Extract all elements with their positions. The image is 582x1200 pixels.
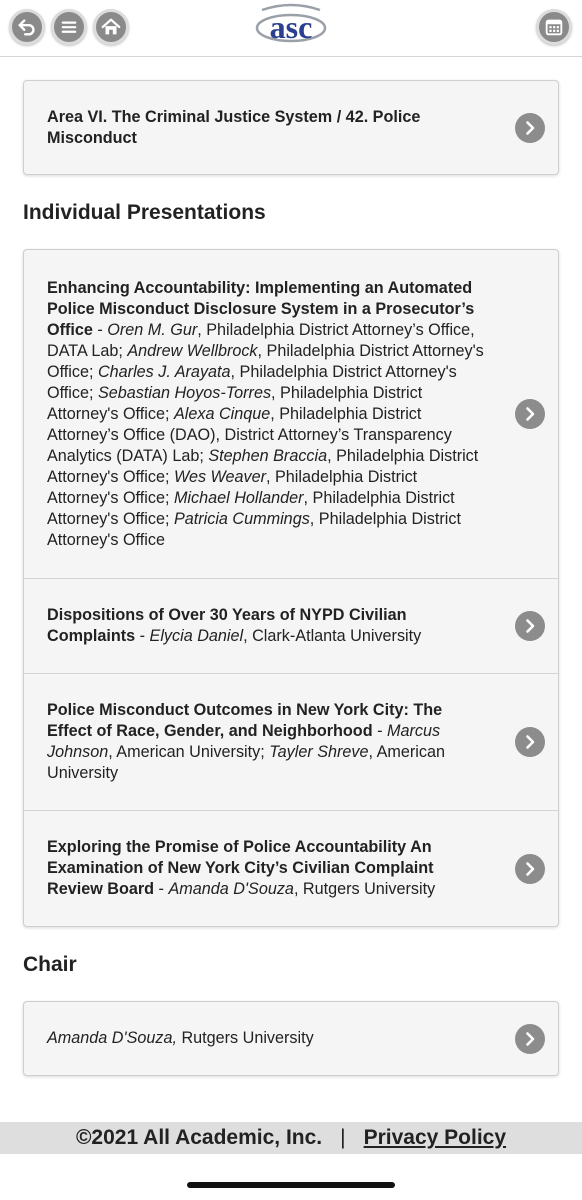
author-name: Sebastian Hoyos-Torres bbox=[97, 383, 272, 402]
author-name: Oren M. Gur bbox=[107, 320, 198, 339]
individual-presentations-title: Individual Presentations bbox=[23, 201, 266, 224]
presentation-text: Exploring the Promise of Police Accounta… bbox=[47, 837, 488, 900]
author-name: Michael Hollander bbox=[173, 488, 304, 507]
area-label: Area VI. The Criminal Justice System / 4… bbox=[47, 107, 421, 147]
presentation-item[interactable]: Enhancing Accountability: Implementing a… bbox=[24, 250, 558, 578]
logo-text: asc bbox=[270, 9, 313, 45]
author-affiliation: , Rutgers University bbox=[293, 880, 436, 898]
chair-name: Amanda D'Souza, bbox=[47, 1029, 177, 1047]
author-name: Stephen Braccia bbox=[208, 446, 328, 465]
presentations-card: Enhancing Accountability: Implementing a… bbox=[23, 249, 559, 927]
calendar-icon bbox=[545, 19, 563, 36]
chair-affiliation: Rutgers University bbox=[176, 1029, 314, 1047]
presentation-item[interactable]: Police Misconduct Outcomes in New York C… bbox=[24, 673, 558, 810]
presentation-text: Enhancing Accountability: Implementing a… bbox=[47, 278, 488, 551]
title-separator: - bbox=[154, 880, 169, 898]
copyright-text: ©2021 All Academic, Inc. bbox=[75, 1126, 323, 1149]
home-indicator-area bbox=[0, 1154, 582, 1200]
author-affiliation: , American University; bbox=[108, 743, 270, 761]
author-name: Elycia Daniel bbox=[149, 627, 244, 645]
home-button[interactable] bbox=[93, 9, 129, 45]
author-name: Amanda D'Souza bbox=[168, 880, 294, 898]
area-row[interactable]: Area VI. The Criminal Justice System / 4… bbox=[24, 81, 558, 174]
footer: ©2021 All Academic, Inc. | Privacy Polic… bbox=[0, 1122, 582, 1154]
area-card[interactable]: Area VI. The Criminal Justice System / 4… bbox=[23, 80, 559, 175]
chevron-right-icon bbox=[515, 727, 545, 757]
asc-logo[interactable]: asc bbox=[254, 2, 328, 54]
author-name: Alexa Cinque bbox=[173, 404, 271, 423]
title-separator: - bbox=[372, 722, 387, 740]
chair-text: Amanda D'Souza, Rutgers University bbox=[47, 1028, 314, 1049]
chevron-right-icon bbox=[515, 611, 545, 641]
calendar-button[interactable] bbox=[536, 9, 572, 45]
author-name: Wes Weaver bbox=[173, 467, 267, 486]
chair-row[interactable]: Amanda D'Souza, Rutgers University bbox=[24, 1002, 558, 1075]
home-icon bbox=[101, 18, 121, 35]
presentation-text: Dispositions of Over 30 Years of NYPD Ci… bbox=[47, 605, 488, 647]
chevron-right-icon bbox=[515, 853, 545, 884]
chair-title: Chair bbox=[23, 953, 77, 976]
footer-separator: | bbox=[340, 1126, 346, 1149]
author-name: Patricia Cummings bbox=[173, 509, 310, 528]
top-bar: asc bbox=[0, 0, 582, 57]
back-arrow-icon bbox=[18, 19, 35, 36]
author-name: Charles J. Arayata bbox=[97, 362, 231, 381]
author-name: Tayler Shreve bbox=[269, 743, 369, 761]
presentation-item[interactable]: Dispositions of Over 30 Years of NYPD Ci… bbox=[24, 578, 558, 673]
home-indicator[interactable] bbox=[187, 1182, 395, 1188]
presentation-text: Police Misconduct Outcomes in New York C… bbox=[47, 700, 488, 784]
chevron-right-icon bbox=[515, 399, 545, 429]
chair-card[interactable]: Amanda D'Souza, Rutgers University bbox=[23, 1001, 559, 1076]
author-affiliation: , Clark-Atlanta University bbox=[243, 627, 422, 645]
presentation-item[interactable]: Exploring the Promise of Police Accounta… bbox=[24, 810, 558, 926]
author-name: Andrew Wellbrock bbox=[127, 341, 258, 360]
menu-icon bbox=[61, 21, 77, 33]
menu-button[interactable] bbox=[51, 9, 87, 45]
privacy-policy-link[interactable]: Privacy Policy bbox=[364, 1126, 506, 1150]
chevron-right-icon bbox=[515, 1023, 545, 1054]
chevron-right-icon bbox=[515, 112, 545, 143]
title-separator: - bbox=[92, 320, 108, 339]
title-separator: - bbox=[135, 627, 150, 645]
back-button[interactable] bbox=[9, 9, 45, 45]
